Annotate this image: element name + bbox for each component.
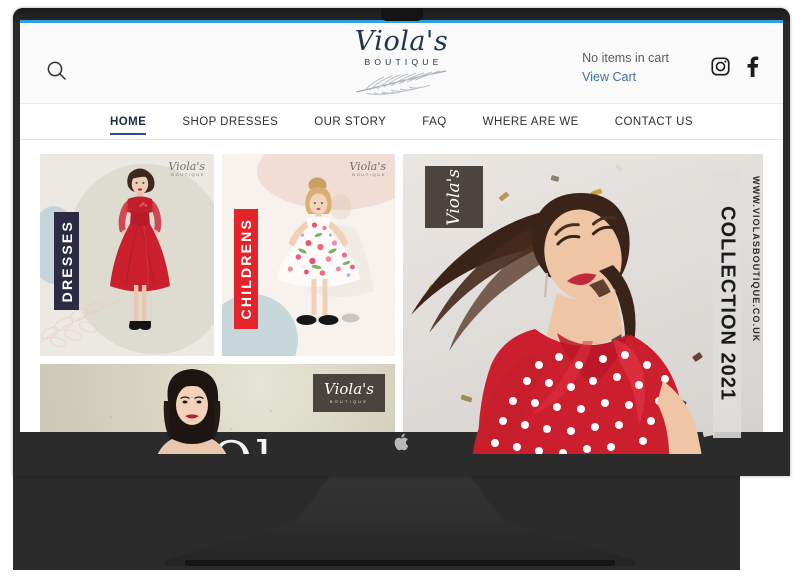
promo-tile-childrens[interactable]: CHILDRENS Viola's BOUTIQUE <box>222 154 395 356</box>
tile-watermark-sub-2: BOUTIQUE <box>352 172 386 177</box>
site-logo[interactable]: Viola's BOUTIQUE <box>327 28 477 96</box>
model-photo-brunette <box>132 364 252 454</box>
banner-logo-name: Viola's <box>324 380 374 398</box>
social-links <box>710 56 759 82</box>
tile-label-childrens-text: CHILDRENS <box>238 218 254 320</box>
hero-logo: Viola's <box>425 166 483 228</box>
monitor-screen: Viola's BOUTIQUE No items in cart View C… <box>20 20 783 454</box>
main-navigation: HOME SHOP DRESSES OUR STORY FAQ WHERE AR… <box>20 104 783 140</box>
tile-watermark-dresses: Viola's BOUTIQUE <box>168 161 205 177</box>
hero-website-url: WWW.VIOLASBOUTIQUE.CO.UK <box>751 176 761 343</box>
promo-left-column: DRESSES Viola's BOUTIQUE CHILDRENS Viola… <box>40 154 395 454</box>
nav-item-home[interactable]: HOME <box>92 105 164 139</box>
nav-item-shop-dresses[interactable]: SHOP DRESSES <box>164 105 296 139</box>
hero-collection-text: COLLECTION 2021 <box>716 206 739 402</box>
nav-item-faq[interactable]: FAQ <box>404 105 464 139</box>
tile-watermark-childrens: Viola's BOUTIQUE <box>349 161 386 177</box>
facebook-icon[interactable] <box>746 56 759 82</box>
promo-grid: DRESSES Viola's BOUTIQUE CHILDRENS Viola… <box>40 154 763 454</box>
view-cart-link[interactable]: View Cart <box>582 68 669 87</box>
site-header: Viola's BOUTIQUE No items in cart View C… <box>20 20 783 104</box>
model-photo-floral-dress <box>262 173 380 346</box>
tile-label-dresses-text: DRESSES <box>58 219 75 303</box>
monitor-stand-foot-shadow <box>185 560 615 566</box>
nav-item-contact-us[interactable]: CONTACT US <box>597 105 711 139</box>
model-photo-red-dress <box>86 159 194 350</box>
webcam-notch <box>380 8 423 21</box>
tile-watermark-sub: BOUTIQUE <box>171 172 205 177</box>
cart-status-text: No items in cart <box>582 51 669 65</box>
tile-label-dresses: DRESSES <box>54 212 79 310</box>
tile-label-childrens: CHILDRENS <box>234 209 258 329</box>
promo-tiles-row: DRESSES Viola's BOUTIQUE CHILDRENS Viola… <box>40 154 395 356</box>
logo-wordmark: Viola's <box>354 26 449 57</box>
homepage-content: DRESSES Viola's BOUTIQUE CHILDRENS Viola… <box>20 140 783 454</box>
hero-collection-band: COLLECTION 2021 <box>713 170 741 438</box>
nav-item-where-are-we[interactable]: WHERE ARE WE <box>465 105 597 139</box>
banner-logo: Viola's BOUTIQUE <box>313 374 385 412</box>
feather-icon <box>327 68 477 96</box>
hero-banner-collection[interactable]: Viola's COLLECTION 2021 WWW.VIOLASBOUTIQ… <box>403 154 763 454</box>
promo-tile-dresses[interactable]: DRESSES Viola's BOUTIQUE <box>40 154 214 356</box>
screenshot-stage: Viola's BOUTIQUE No items in cart View C… <box>0 0 800 583</box>
instagram-icon[interactable] <box>710 56 731 82</box>
website-page: Viola's BOUTIQUE No items in cart View C… <box>20 20 783 454</box>
banner-logo-sub: BOUTIQUE <box>329 399 369 404</box>
search-icon[interactable] <box>46 60 68 82</box>
nav-item-our-story[interactable]: OUR STORY <box>296 105 404 139</box>
hero-logo-name: Viola's <box>444 168 464 226</box>
monitor-frame: Viola's BOUTIQUE No items in cart View C… <box>13 8 790 476</box>
logo-tagline: BOUTIQUE <box>364 57 443 67</box>
cart-status-block: No items in cart View Cart <box>582 49 669 88</box>
